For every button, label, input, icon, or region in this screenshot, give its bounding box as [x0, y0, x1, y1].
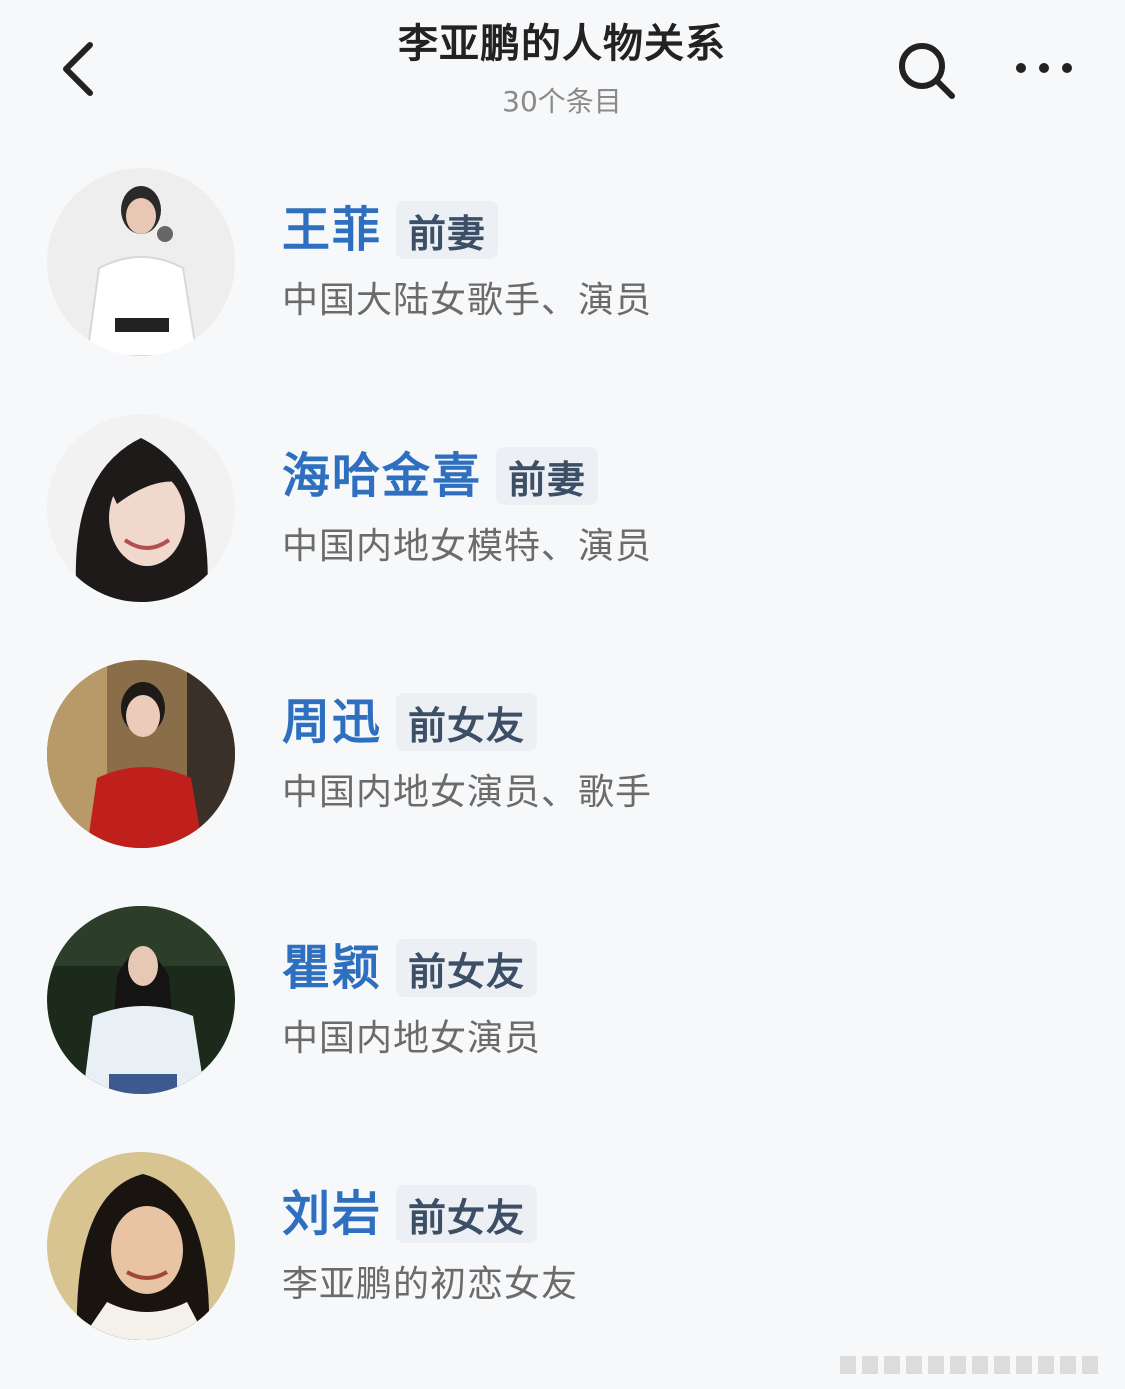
title-block: 李亚鹏的人物关系 30个条目	[262, 18, 862, 122]
person-name[interactable]: 王菲	[282, 200, 382, 260]
search-icon	[899, 43, 955, 99]
more-dots-icon	[1016, 63, 1072, 73]
avatar	[47, 168, 235, 356]
avatar-image	[47, 906, 235, 1094]
list-item[interactable]: 王菲 前妻 中国大陆女歌手、演员	[0, 168, 1125, 414]
page-title: 李亚鹏的人物关系	[398, 21, 726, 67]
person-description: 中国大陆女歌手、演员	[282, 280, 653, 321]
avatar	[47, 906, 235, 1094]
avatar	[47, 1152, 235, 1340]
search-button[interactable]	[890, 36, 962, 104]
person-name[interactable]: 海哈金喜	[282, 446, 482, 506]
back-button[interactable]	[52, 38, 104, 100]
avatar	[47, 414, 235, 602]
name-row: 刘岩 前女友	[282, 1182, 538, 1246]
person-name[interactable]: 周迅	[282, 692, 382, 752]
person-description: 中国内地女模特、演员	[282, 526, 653, 567]
person-name[interactable]: 刘岩	[282, 1184, 382, 1244]
avatar	[47, 660, 235, 848]
relation-tag: 前妻	[396, 201, 499, 259]
name-row: 王菲 前妻	[282, 198, 499, 262]
avatar-image	[47, 414, 235, 602]
watermark-pattern	[840, 1356, 1098, 1374]
person-description: 中国内地女演员、歌手	[282, 772, 653, 813]
person-name[interactable]: 瞿颖	[282, 938, 382, 998]
more-button[interactable]	[1008, 44, 1080, 92]
person-description: 李亚鹏的初恋女友	[282, 1264, 579, 1305]
item-count: 30个条目	[502, 85, 622, 118]
name-row: 瞿颖 前女友	[282, 936, 538, 1000]
relation-tag: 前女友	[396, 693, 538, 751]
relation-tag: 前女友	[396, 1185, 538, 1243]
chevron-left-icon	[63, 42, 93, 96]
list-item[interactable]: 瞿颖 前女友 中国内地女演员	[0, 906, 1125, 1152]
relation-tag: 前妻	[496, 447, 599, 505]
name-row: 周迅 前女友	[282, 690, 538, 754]
header: 李亚鹏的人物关系 30个条目	[0, 0, 1125, 140]
list-item[interactable]: 周迅 前女友 中国内地女演员、歌手	[0, 660, 1125, 906]
avatar-image	[47, 1152, 235, 1340]
list-item[interactable]: 海哈金喜 前妻 中国内地女模特、演员	[0, 414, 1125, 660]
avatar-image	[47, 168, 235, 356]
relations-page: 李亚鹏的人物关系 30个条目 王菲 前妻 中国大陆女歌手、演员 海哈金喜 前妻 …	[0, 0, 1125, 1389]
relation-list: 王菲 前妻 中国大陆女歌手、演员 海哈金喜 前妻 中国内地女模特、演员 周迅 前…	[0, 168, 1125, 1389]
avatar-image	[47, 660, 235, 848]
person-description: 中国内地女演员	[282, 1018, 542, 1059]
relation-tag: 前女友	[396, 939, 538, 997]
name-row: 海哈金喜 前妻	[282, 444, 599, 508]
